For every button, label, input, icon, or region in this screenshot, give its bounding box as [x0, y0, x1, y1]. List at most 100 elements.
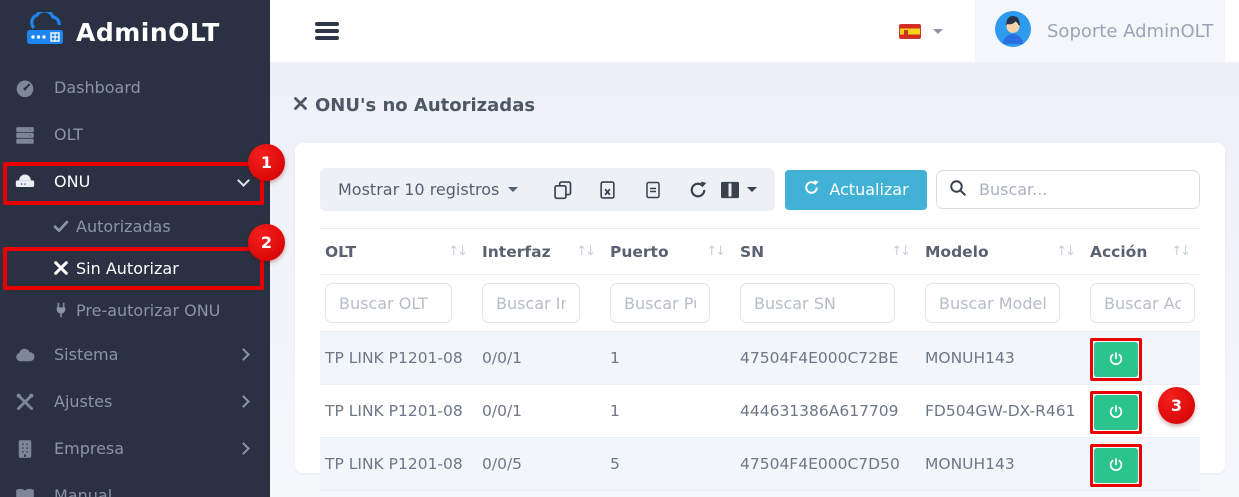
cell-puerto: 5 — [605, 438, 735, 491]
search-icon — [949, 179, 967, 201]
user-name: Soporte AdminOLT — [1047, 21, 1213, 42]
filter-sn-input[interactable] — [740, 283, 895, 323]
table-toolbar: Mostrar 10 registros — [320, 168, 1200, 211]
caret-down-icon — [508, 187, 518, 192]
excel-export-button[interactable] — [585, 180, 630, 200]
sidebar-item-label: Pre-autorizar ONU — [76, 301, 220, 320]
sidebar-item-label: Sin Autorizar — [76, 259, 179, 278]
sort-icon[interactable]: ↑↓ — [1171, 244, 1189, 259]
sort-icon[interactable]: ↑↓ — [448, 244, 466, 259]
authorize-power-button[interactable] — [1094, 342, 1138, 377]
sidebar-item-onu[interactable]: ONU — [0, 158, 270, 205]
cell-modelo: FD504GW-DX-R461 — [920, 385, 1085, 438]
chevron-right-icon — [237, 395, 250, 408]
annotation-box-power — [1090, 444, 1142, 487]
filter-modelo-input[interactable] — [925, 283, 1060, 323]
check-icon — [52, 218, 70, 234]
cell-interfaz: 0/0/5 — [477, 438, 605, 491]
tools-icon — [14, 392, 36, 412]
sidebar-item-olt[interactable]: OLT — [0, 111, 270, 158]
hamburger-menu-icon[interactable] — [315, 19, 339, 44]
page-title: ONU's no Autorizadas — [293, 95, 1239, 116]
column-header-interfaz[interactable]: Interfaz↑↓ — [477, 229, 605, 275]
plug-icon — [52, 302, 70, 318]
refresh-icon — [803, 179, 820, 200]
sort-icon[interactable]: ↑↓ — [1056, 244, 1074, 259]
sort-icon[interactable]: ↑↓ — [576, 244, 594, 259]
sidebar: AdminOLT Dashboard OLT ONU Autori — [0, 0, 270, 497]
sidebar-item-dashboard[interactable]: Dashboard — [0, 64, 270, 111]
onu-table: OLT↑↓ Interfaz↑↓ Puerto↑↓ SN↑↓ Modelo↑↓ … — [320, 228, 1200, 491]
filter-olt-input[interactable] — [325, 283, 452, 323]
sidebar-item-manual[interactable]: Manual — [0, 472, 270, 497]
table-filter-row — [320, 275, 1200, 332]
server-stack-icon — [14, 125, 36, 145]
cell-interfaz: 0/0/1 — [477, 332, 605, 385]
brand-name: AdminOLT — [76, 18, 220, 47]
cross-icon — [52, 260, 70, 276]
topbar: Soporte AdminOLT — [270, 0, 1239, 62]
cell-accion — [1085, 332, 1200, 385]
sort-icon[interactable]: ↑↓ — [706, 244, 724, 259]
language-dropdown[interactable] — [899, 24, 943, 39]
filter-interfaz-input[interactable] — [482, 283, 580, 323]
column-visibility-dropdown[interactable] — [720, 181, 757, 199]
document-export-button[interactable] — [630, 180, 675, 200]
onu-table-card: Mostrar 10 registros — [295, 143, 1225, 473]
cell-modelo: MONUH143 — [920, 438, 1085, 491]
search-input[interactable] — [979, 180, 1187, 199]
page-length-dropdown[interactable]: Mostrar 10 registros — [338, 180, 518, 199]
caret-down-icon — [747, 187, 757, 192]
filter-puerto-input[interactable] — [610, 283, 710, 323]
sidebar-item-empresa[interactable]: Empresa — [0, 425, 270, 472]
filter-accion-input[interactable] — [1090, 283, 1195, 323]
sidebar-item-label: Dashboard — [54, 78, 141, 97]
main-content: ONU's no Autorizadas Mostrar 10 registro… — [270, 62, 1239, 497]
sidebar-item-label: Autorizadas — [76, 217, 171, 236]
cell-olt: TP LINK P1201-08 — [320, 438, 477, 491]
sort-icon[interactable]: ↑↓ — [891, 244, 909, 259]
user-menu[interactable]: Soporte AdminOLT — [975, 0, 1225, 62]
avatar — [995, 11, 1031, 51]
authorize-power-button[interactable] — [1094, 395, 1138, 430]
authorize-power-button[interactable] — [1094, 448, 1138, 483]
table-row: TP LINK P1201-08 0/0/1 1 47504F4E000C72B… — [320, 332, 1200, 385]
gauge-icon — [14, 78, 36, 98]
cell-sn: 47504F4E000C72BE — [735, 332, 920, 385]
annotation-box-power — [1090, 338, 1142, 381]
column-header-modelo[interactable]: Modelo↑↓ — [920, 229, 1085, 275]
book-icon — [14, 486, 36, 497]
brand-logo[interactable]: AdminOLT — [0, 0, 270, 64]
cell-puerto: 1 — [605, 332, 735, 385]
sidebar-item-sin-autorizar[interactable]: Sin Autorizar — [0, 247, 270, 289]
column-header-puerto[interactable]: Puerto↑↓ — [605, 229, 735, 275]
sidebar-item-autorizadas[interactable]: Autorizadas — [0, 205, 270, 247]
sidebar-item-label: Manual — [54, 486, 112, 497]
chevron-down-icon — [237, 174, 250, 187]
chevron-right-icon — [237, 348, 250, 361]
caret-down-icon — [933, 29, 943, 34]
table-row: TP LINK P1201-08 0/0/5 5 47504F4E000C7D5… — [320, 438, 1200, 491]
annotation-box-power — [1090, 391, 1142, 434]
cell-modelo: MONUH143 — [920, 332, 1085, 385]
column-header-olt[interactable]: OLT↑↓ — [320, 229, 477, 275]
column-header-sn[interactable]: SN↑↓ — [735, 229, 920, 275]
router-icon — [14, 172, 36, 192]
cell-interfaz: 0/0/1 — [477, 385, 605, 438]
building-icon — [14, 439, 36, 459]
adminolt-logo-icon — [24, 12, 66, 52]
sidebar-item-label: OLT — [54, 125, 83, 144]
sidebar-item-label: Empresa — [54, 439, 124, 458]
sidebar-item-pre-autorizar[interactable]: Pre-autorizar ONU — [0, 289, 270, 331]
reload-button[interactable] — [675, 180, 720, 200]
column-header-accion[interactable]: Acción↑↓ — [1085, 229, 1200, 275]
sidebar-item-ajustes[interactable]: Ajustes — [0, 378, 270, 425]
actualizar-button[interactable]: Actualizar — [785, 170, 926, 210]
cell-olt: TP LINK P1201-08 — [320, 332, 477, 385]
sidebar-item-label: Ajustes — [54, 392, 112, 411]
sidebar-item-label: ONU — [54, 172, 90, 191]
sidebar-item-sistema[interactable]: Sistema — [0, 331, 270, 378]
copy-button[interactable] — [540, 180, 585, 200]
app-window: AdminOLT Dashboard OLT ONU Autori — [0, 0, 1239, 497]
table-header-row: OLT↑↓ Interfaz↑↓ Puerto↑↓ SN↑↓ Modelo↑↓ … — [320, 229, 1200, 275]
